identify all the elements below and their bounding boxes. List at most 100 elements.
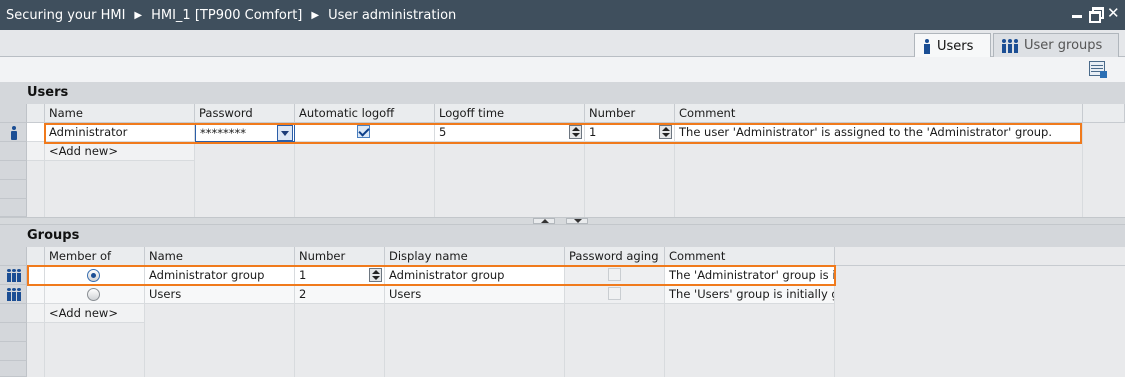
group-number-value: 1 <box>299 268 307 282</box>
collapse-down-icon[interactable] <box>566 218 588 224</box>
user-group-icon <box>7 269 22 282</box>
number-stepper-icon[interactable] <box>659 125 672 139</box>
tab-users[interactable]: Users <box>914 33 991 58</box>
chevron-down-icon[interactable] <box>277 125 293 141</box>
column-header-filler <box>1083 104 1125 123</box>
tab-users-label: Users <box>937 38 974 54</box>
logoff-time-value: 5 <box>439 125 447 139</box>
automatic-logoff-cell[interactable] <box>295 123 435 142</box>
group-number-cell[interactable]: 2 <box>295 285 385 304</box>
row-header <box>0 304 27 323</box>
grid-line <box>44 142 45 217</box>
grid-line <box>144 304 145 377</box>
logoff-time-stepper-icon[interactable] <box>569 125 582 139</box>
column-header-number[interactable]: Number <box>585 104 675 123</box>
column-header-member-of[interactable]: Member of <box>45 247 145 266</box>
close-icon[interactable]: ✕ <box>1107 6 1120 21</box>
groups-section-title: Groups <box>0 225 1125 247</box>
add-new-user[interactable]: <Add new> <box>45 142 195 161</box>
password-aging-cell <box>565 266 665 285</box>
row-header-corner <box>0 104 27 123</box>
password-aging-checkbox <box>608 268 621 281</box>
grid-line <box>194 142 195 217</box>
breadcrumb-separator-icon: ▶ <box>311 9 320 21</box>
row-header <box>0 161 27 180</box>
toolbar <box>0 57 1125 82</box>
breadcrumb-device[interactable]: HMI_1 [TP900 Comfort] <box>151 8 302 23</box>
collapse-up-icon[interactable] <box>533 218 555 224</box>
member-of-radio[interactable] <box>87 269 100 282</box>
column-header-blank <box>27 104 45 123</box>
column-header-name[interactable]: Name <box>45 104 195 123</box>
column-header-comment[interactable]: Comment <box>665 247 835 266</box>
logoff-time-cell[interactable]: 5 <box>435 123 585 142</box>
row-header <box>0 342 27 361</box>
password-value: ******** <box>200 126 246 140</box>
grid-line <box>664 304 665 377</box>
row-header <box>0 323 27 342</box>
row-header[interactable] <box>0 285 27 304</box>
column-header-blank <box>27 247 45 266</box>
row-header <box>0 199 27 217</box>
number-value: 1 <box>589 125 597 139</box>
display-name-cell[interactable]: Administrator group <box>385 266 565 285</box>
window-controls: ✕ <box>1071 6 1120 23</box>
cell-blank <box>27 142 45 161</box>
user-name-cell[interactable]: Administrator <box>45 123 195 142</box>
breadcrumb-editor: User administration <box>328 7 457 23</box>
member-of-radio[interactable] <box>87 288 100 301</box>
row-header[interactable] <box>0 123 27 142</box>
column-header-password-aging[interactable]: Password aging <box>565 247 665 266</box>
number-cell[interactable]: 1 <box>585 123 675 142</box>
users-table: Name Password Automatic logoff Logoff ti… <box>0 104 1125 217</box>
password-aging-cell <box>565 285 665 304</box>
grid-line <box>674 142 675 217</box>
grid-line <box>384 304 385 377</box>
row-header <box>0 361 27 377</box>
group-comment-cell[interactable]: The 'Administrator' group is i... <box>665 266 835 285</box>
row-header <box>0 180 27 199</box>
grid-line <box>434 142 435 217</box>
column-header-comment[interactable]: Comment <box>675 104 1083 123</box>
column-header-filler <box>835 247 1125 266</box>
pane-splitter[interactable] <box>0 217 1125 225</box>
users-section-title: Users <box>0 82 1125 104</box>
tab-row: Users User groups <box>0 30 1125 58</box>
grid-line <box>1082 142 1083 217</box>
add-new-group[interactable]: <Add new> <box>45 304 145 323</box>
grid-line <box>834 304 835 377</box>
display-name-cell[interactable]: Users <box>385 285 565 304</box>
comment-cell[interactable]: The user 'Administrator' is assigned to … <box>675 123 1083 142</box>
breadcrumb-separator-icon: ▶ <box>134 9 143 21</box>
user-groups-icon <box>1002 38 1018 53</box>
title-bar: Securing your HMI ▶ HMI_1 [TP900 Comfort… <box>0 0 1125 30</box>
user-icon <box>923 38 931 54</box>
row-header[interactable] <box>0 266 27 285</box>
cell-blank <box>27 285 45 304</box>
column-header-display-name[interactable]: Display name <box>385 247 565 266</box>
group-number-cell[interactable]: 1 <box>295 266 385 285</box>
breadcrumb-project[interactable]: Securing your HMI <box>6 8 125 23</box>
password-cell[interactable]: ******** <box>195 123 295 142</box>
column-header-number[interactable]: Number <box>295 247 385 266</box>
cell-blank <box>27 266 45 285</box>
row-header <box>0 142 27 161</box>
minimize-icon[interactable] <box>1071 7 1083 19</box>
column-header-name[interactable]: Name <box>145 247 295 266</box>
group-name-cell[interactable]: Users <box>145 285 295 304</box>
group-name-cell[interactable]: Administrator group <box>145 266 295 285</box>
column-header-automatic-logoff[interactable]: Automatic logoff <box>295 104 435 123</box>
table-settings-icon[interactable] <box>1089 61 1107 78</box>
column-header-password[interactable]: Password <box>195 104 295 123</box>
member-of-cell[interactable] <box>45 285 145 304</box>
grid-line <box>44 304 45 377</box>
grid-line <box>584 142 585 217</box>
group-comment-cell[interactable]: The 'Users' group is initially g... <box>665 285 835 304</box>
group-number-stepper-icon[interactable] <box>369 268 382 282</box>
user-group-icon <box>7 288 22 301</box>
automatic-logoff-checkbox[interactable] <box>357 125 370 138</box>
restore-icon[interactable] <box>1089 7 1104 23</box>
member-of-cell[interactable] <box>45 266 145 285</box>
tab-user-groups[interactable]: User groups <box>993 33 1119 57</box>
column-header-logoff-time[interactable]: Logoff time <box>435 104 585 123</box>
